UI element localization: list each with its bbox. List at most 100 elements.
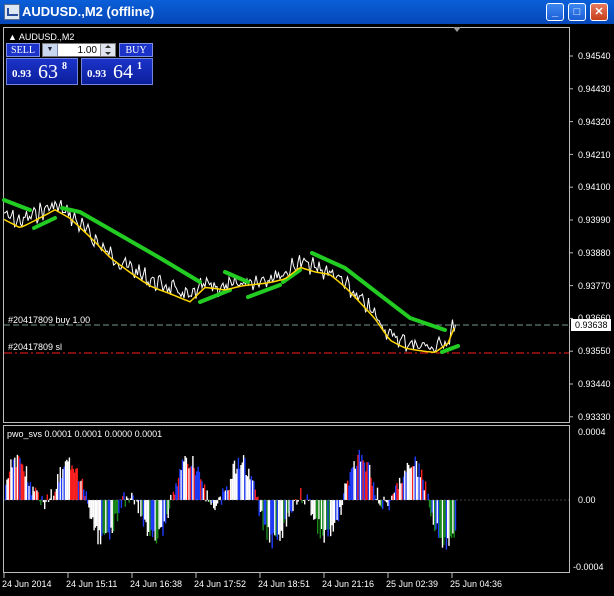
- indicator-bar: [276, 500, 279, 540]
- indicator-bar: [449, 500, 451, 537]
- indicator-bar: [211, 500, 214, 503]
- indicator-bar: [219, 496, 221, 500]
- lot-size-input[interactable]: [59, 44, 97, 56]
- indicator-bar: [450, 500, 453, 538]
- indicator-bar: [233, 460, 236, 500]
- indicator-bar: [358, 449, 360, 500]
- price-axis-label: 0.94320: [578, 117, 611, 127]
- indicator-bar: [111, 500, 113, 533]
- indicator-bar: [366, 462, 368, 500]
- indicator-bar: [197, 466, 199, 500]
- indicator-bar: [131, 492, 133, 500]
- indicator-bar: [181, 459, 184, 500]
- price-axis-label: 0.93880: [578, 248, 611, 258]
- indicator-bar: [102, 500, 104, 534]
- indicator-bar: [343, 493, 345, 500]
- buy-quote-button[interactable]: 0.93 64 1: [81, 58, 153, 85]
- indicator-bar: [410, 467, 412, 500]
- indicator-bar: [110, 500, 112, 528]
- indicator-bar: [268, 500, 271, 543]
- indicator-bar: [63, 466, 65, 500]
- indicator-bar: [16, 454, 19, 500]
- slow-ma-segment: [198, 288, 232, 304]
- indicator-bar: [118, 500, 120, 514]
- time-axis-ticks: [3, 573, 453, 578]
- indicator-bar: [72, 469, 74, 500]
- indicator-bar: [125, 496, 128, 500]
- indicator-bar: [141, 500, 143, 516]
- sell-quote-button[interactable]: 0.93 63 8: [6, 58, 78, 85]
- indicator-bar: [209, 500, 211, 503]
- indicator-bar: [94, 500, 97, 528]
- indicator-bar: [387, 500, 389, 506]
- indicator-bar: [336, 500, 338, 520]
- indicator-bar: [77, 480, 80, 500]
- indicator-bar: [327, 500, 329, 537]
- indicator-bar: [397, 489, 399, 500]
- indicator-bar: [352, 467, 354, 500]
- indicator-bar: [153, 500, 155, 532]
- indicator-axis-label: -0.0004: [573, 562, 604, 572]
- indicator-bar: [194, 475, 197, 500]
- indicator-bar: [395, 485, 397, 500]
- indicator-bar: [202, 488, 204, 500]
- indicator-bar: [180, 470, 182, 500]
- time-axis-label: 25 Jun 04:36: [450, 579, 503, 589]
- indicator-bar: [361, 455, 363, 500]
- indicator-bar: [59, 467, 61, 500]
- indicator-bar: [369, 464, 371, 500]
- indicator-bar: [166, 500, 168, 515]
- indicator-bar: [379, 500, 381, 506]
- indicator-bar: [287, 500, 289, 513]
- indicator-bar: [400, 483, 402, 500]
- indicator-bar: [302, 500, 305, 501]
- indicator-bar: [44, 500, 46, 510]
- trade-buy-label: #20417809 buy 1.00: [8, 315, 91, 325]
- lot-spinner-icon[interactable]: [100, 44, 115, 56]
- indicator-bar: [124, 500, 126, 507]
- indicator-bar: [129, 498, 132, 500]
- indicator-bar: [278, 500, 280, 535]
- chart-shift-marker[interactable]: [453, 27, 461, 32]
- indicator-bar: [170, 494, 172, 500]
- indicator-bar: [40, 500, 42, 505]
- trade-sl-label: #20417809 sl: [8, 342, 63, 352]
- indicator-bar: [367, 462, 370, 500]
- time-axis-label: 24 Jun 15:11: [66, 579, 118, 589]
- indicator-bar: [167, 500, 169, 518]
- indicator-bar: [313, 500, 315, 520]
- indicator-bar: [80, 480, 82, 500]
- indicator-bar: [340, 500, 342, 515]
- indicator-bar: [145, 500, 147, 523]
- indicator-bar: [115, 500, 117, 514]
- indicator-bar: [296, 500, 298, 505]
- price-axis-label: 0.94100: [578, 182, 611, 192]
- time-axis-label: 24 Jun 21:16: [322, 579, 375, 589]
- sell-quote-fraction: 8: [62, 61, 67, 72]
- indicator-bar: [344, 483, 346, 500]
- indicator-bar: [435, 500, 437, 530]
- indicator-bar: [253, 481, 255, 500]
- indicator-bar: [391, 495, 393, 500]
- indicator-bar: [193, 467, 195, 500]
- indicator-bar: [150, 500, 152, 531]
- indicator-bar: [306, 494, 308, 500]
- indicator-bar: [427, 493, 429, 500]
- indicator-bar: [146, 500, 149, 536]
- sell-button[interactable]: SELL: [6, 43, 40, 57]
- indicator-bar: [164, 500, 167, 524]
- lot-dropdown-icon[interactable]: ▼: [43, 44, 58, 56]
- indicator-bar: [314, 500, 316, 519]
- indicator-bar: [345, 483, 347, 500]
- indicator-bar: [20, 463, 22, 500]
- indicator-bar: [330, 500, 332, 537]
- indicator-bar: [200, 479, 202, 500]
- lot-size-field[interactable]: ▼: [42, 43, 116, 57]
- indicator-bar: [304, 500, 306, 505]
- indicator-bar: [385, 500, 388, 503]
- indicator-bar: [222, 488, 224, 500]
- indicator-bar: [454, 500, 457, 531]
- buy-button[interactable]: BUY: [119, 43, 153, 57]
- indicator-bar: [128, 500, 130, 503]
- indicator-bar: [210, 500, 212, 505]
